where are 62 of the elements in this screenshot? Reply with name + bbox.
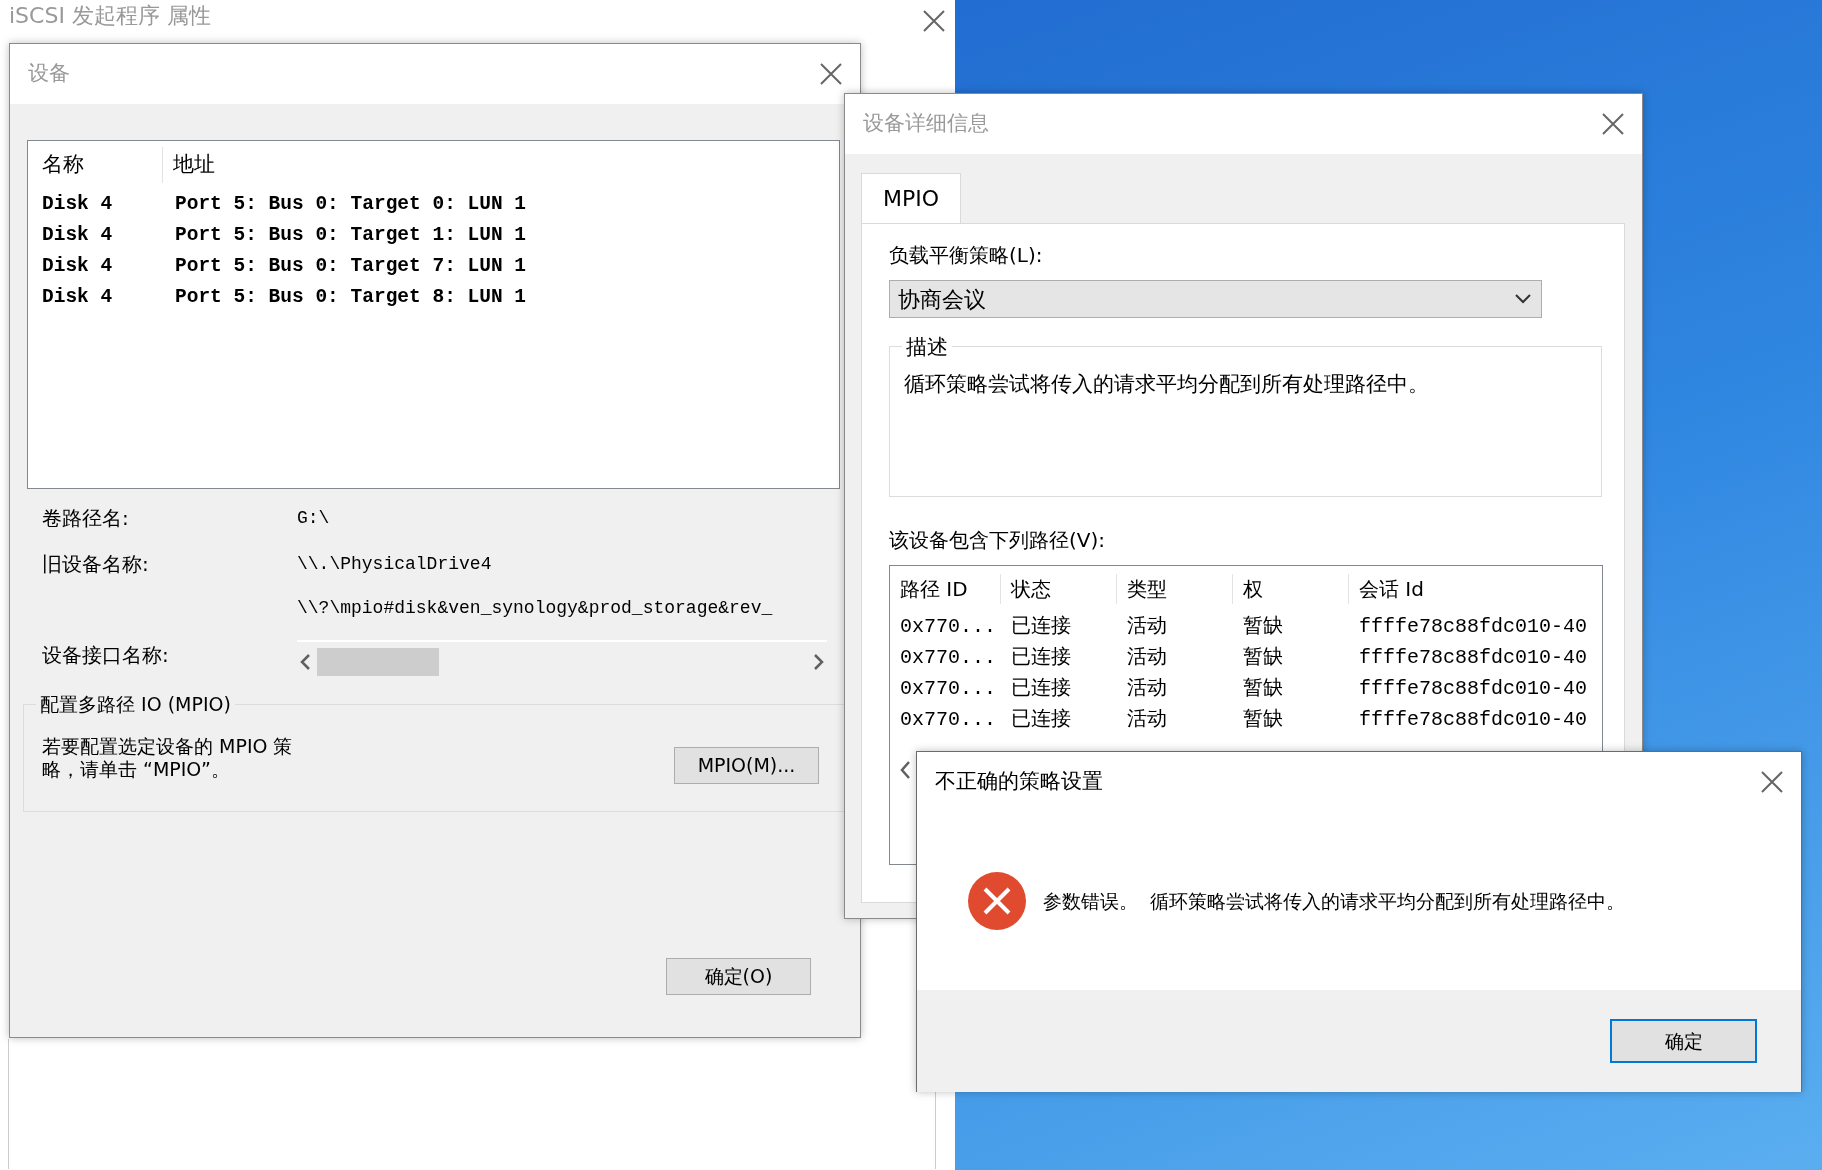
- ok-button[interactable]: 确定: [1610, 1019, 1757, 1063]
- scrollbar-thumb[interactable]: [317, 648, 439, 676]
- list-cell[interactable]: Port 5: Bus 0: Target 1: LUN 1: [175, 220, 527, 251]
- field-label: 设备接口名称:: [42, 641, 170, 669]
- window-title: 设备详细信息: [863, 110, 989, 138]
- field-label: 该设备包含下列路径(V):: [889, 527, 1107, 554]
- mpio-button[interactable]: MPIO(M)...: [674, 746, 819, 784]
- instruction-text: 若要配置选定设备的 MPIO 策略，请单击 “MPIO”。: [42, 735, 294, 781]
- list-cell[interactable]: 0x770...: [900, 642, 1000, 673]
- column-header[interactable]: 路径 ID: [900, 573, 1000, 604]
- list-cell[interactable]: 活动: [1116, 611, 1232, 642]
- list-cell[interactable]: ffffe78c88fdc010-40: [1348, 673, 1598, 704]
- policy-dropdown[interactable]: 协商会议: [889, 280, 1542, 318]
- list-cell[interactable]: 0x770...: [900, 704, 1000, 735]
- column-header[interactable]: 名称: [42, 149, 162, 181]
- list-cell[interactable]: 已连接: [1000, 704, 1116, 735]
- error-message: 参数错误。 循环策略尝试将传入的请求平均分配到所有处理路径中。: [1043, 888, 1626, 914]
- field-label: 卷路径名:: [42, 505, 130, 532]
- list-cell[interactable]: 0x770...: [900, 673, 1000, 704]
- tab[interactable]: MPIO: [861, 173, 961, 223]
- field-label: 旧设备名称:: [42, 551, 150, 578]
- list-cell[interactable]: Port 5: Bus 0: Target 7: LUN 1: [175, 251, 527, 282]
- list-cell[interactable]: 已连接: [1000, 673, 1116, 704]
- list-cell[interactable]: Disk 4: [42, 189, 175, 220]
- field-value: \\.\PhysicalDrive4: [297, 552, 493, 576]
- close-icon[interactable]: [1761, 771, 1783, 793]
- close-icon[interactable]: [1602, 113, 1624, 135]
- column-header[interactable]: 状态: [1000, 573, 1116, 604]
- list-cell[interactable]: 暂缺: [1232, 704, 1348, 735]
- list-cell[interactable]: 活动: [1116, 642, 1232, 673]
- list-cell[interactable]: 暂缺: [1232, 673, 1348, 704]
- list-cell[interactable]: Disk 4: [42, 282, 175, 313]
- window-title: 设备: [28, 60, 70, 88]
- field-value: G:\: [297, 506, 331, 530]
- list-cell[interactable]: Disk 4: [42, 251, 175, 282]
- list-cell[interactable]: ffffe78c88fdc010-40: [1348, 642, 1598, 673]
- list-cell[interactable]: ffffe78c88fdc010-40: [1348, 611, 1598, 642]
- list-cell[interactable]: 活动: [1116, 673, 1232, 704]
- column-header[interactable]: 权: [1232, 573, 1348, 604]
- column-header[interactable]: 会话 Id: [1348, 573, 1598, 604]
- close-icon[interactable]: [923, 10, 945, 32]
- close-icon[interactable]: [820, 63, 842, 85]
- description-text: 循环策略尝试将传入的请求平均分配到所有处理路径中。: [904, 371, 1430, 398]
- field-value: \\?\mpio#disk&ven_synology&prod_storage&rev_: [297, 597, 774, 620]
- column-header[interactable]: 类型: [1116, 573, 1232, 604]
- list-cell[interactable]: 已连接: [1000, 611, 1116, 642]
- list-cell[interactable]: ffffe78c88fdc010-40: [1348, 704, 1598, 735]
- list-cell[interactable]: Port 5: Bus 0: Target 8: LUN 1: [175, 282, 527, 313]
- list-cell[interactable]: Disk 4: [42, 220, 175, 251]
- list-cell[interactable]: 已连接: [1000, 642, 1116, 673]
- field-label: 负载平衡策略(L):: [889, 242, 1044, 269]
- list-cell[interactable]: 0x770...: [900, 611, 1000, 642]
- error-icon: [967, 871, 1027, 931]
- dropdown-value: 协商会议: [898, 285, 986, 314]
- list-cell[interactable]: 活动: [1116, 704, 1232, 735]
- column-header[interactable]: 地址: [173, 149, 215, 181]
- window-title: 不正确的策略设置: [935, 768, 1103, 796]
- list-cell[interactable]: 暂缺: [1232, 642, 1348, 673]
- list-cell[interactable]: 暂缺: [1232, 611, 1348, 642]
- list-cell[interactable]: Port 5: Bus 0: Target 0: LUN 1: [175, 189, 527, 220]
- window-title: iSCSI 发起程序 属性: [9, 2, 211, 30]
- ok-button[interactable]: 确定(O): [666, 958, 811, 995]
